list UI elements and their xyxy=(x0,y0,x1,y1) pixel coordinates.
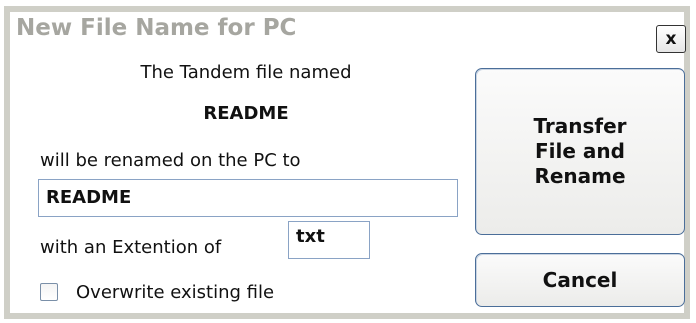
extension-input[interactable]: txt xyxy=(288,221,370,259)
rename-label: will be renamed on the PC to xyxy=(40,150,301,171)
intro-text: The Tandem file named xyxy=(140,62,352,83)
close-icon: x xyxy=(665,29,677,49)
dialog-title: New File Name for PC xyxy=(16,15,297,41)
source-file-name: README xyxy=(203,103,289,124)
transfer-rename-button[interactable]: Transfer File and Rename xyxy=(475,68,685,235)
transfer-rename-label: Transfer File and Rename xyxy=(533,114,627,188)
overwrite-checkbox[interactable] xyxy=(40,283,58,301)
new-name-input[interactable]: README xyxy=(38,179,458,217)
cancel-button[interactable]: Cancel xyxy=(475,253,685,307)
close-button[interactable]: x xyxy=(656,25,686,53)
overwrite-label: Overwrite existing file xyxy=(76,282,275,303)
extension-label: with an Extention of xyxy=(40,237,222,258)
